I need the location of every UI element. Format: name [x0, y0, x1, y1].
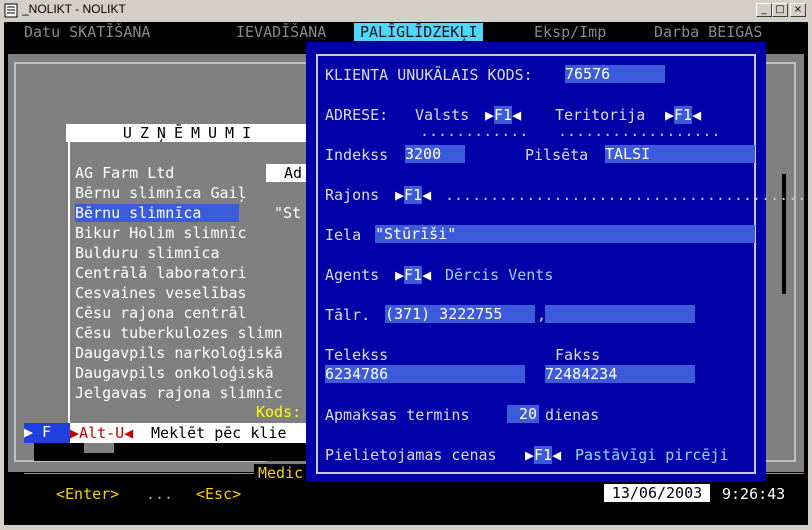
- prices-label: Pielietojamas cenas: [325, 446, 497, 464]
- prices-value: Pastāvīgi pircēji: [575, 446, 729, 464]
- list-item-selected[interactable]: Bērnu slimnīca: [75, 204, 239, 222]
- date-display: 13/06/2003: [604, 484, 710, 502]
- client-code-label: KLIENTA UNUKĀLAIS KODS:: [325, 66, 533, 84]
- esc-key-hint[interactable]: <Esc>: [196, 485, 241, 503]
- fax-label: Fakss: [555, 346, 601, 364]
- list-item[interactable]: Cesvaines veselības: [75, 284, 247, 302]
- client-code-field[interactable]: 76576: [565, 65, 665, 83]
- list-item[interactable]: AG Farm Ltd: [75, 164, 174, 182]
- prices-f1-button[interactable]: ▶F1◀: [525, 446, 561, 464]
- maximize-button[interactable]: □: [772, 3, 788, 17]
- footer-medic-label: Medic: [254, 464, 308, 482]
- menu-paliglidzekli[interactable]: PALĪGLĪDZEKĻI: [354, 23, 484, 41]
- status-f-key[interactable]: ▶ F: [24, 423, 70, 443]
- close-button[interactable]: ×: [790, 3, 806, 17]
- district-f1-button[interactable]: ▶F1◀: [395, 186, 431, 204]
- menu-bar: Datu SKATĪŠANA IEVADĪŠANA PALĪGLĪDZEKĻI …: [4, 22, 808, 42]
- territory-dotted-field: ..................: [558, 122, 721, 140]
- search-by-client-hint: Meklēt pēc klie: [142, 424, 287, 442]
- phone-field[interactable]: (371) 3222755: [385, 305, 535, 323]
- list-item[interactable]: Centrālā laboratori: [75, 264, 247, 282]
- company-list-title: UZŅĒMUMI: [66, 124, 316, 142]
- status-shadow-gray: [84, 443, 114, 453]
- phone-label: Tālr.: [325, 306, 371, 324]
- phone2-field[interactable]: [545, 305, 695, 323]
- alt-u-hotkey[interactable]: ▶Alt-U◀: [70, 424, 133, 442]
- index-label: Indekss: [325, 146, 389, 164]
- list-item[interactable]: Bikur Holim slimnīc: [75, 224, 247, 242]
- footer-dots: ...: [146, 485, 174, 503]
- agent-value: Dērcis Vents: [445, 266, 554, 284]
- district-dotted-field: ........................................…: [445, 186, 808, 204]
- agent-f1-button[interactable]: ▶F1◀: [395, 266, 431, 284]
- address-label: ADRESE:: [325, 106, 389, 124]
- list-item[interactable]: Bērnu slimnīca Gaiļ: [75, 184, 247, 202]
- console-area: Datu SKATĪŠANA IEVADĪŠANA PALĪGLĪDZEKĻI …: [4, 22, 808, 525]
- detail-panel-value: "St: [274, 204, 302, 222]
- fax-field[interactable]: 72484234: [545, 365, 695, 383]
- window-titlebar: _NOLIKT - NOLIKT _ □ ×: [0, 0, 812, 22]
- payment-term-unit: dienas: [545, 406, 600, 424]
- window-title: _NOLIKT - NOLIKT: [22, 2, 126, 16]
- minimize-button[interactable]: _: [756, 3, 772, 17]
- status-shadow: [34, 443, 314, 461]
- menu-eksp-imp[interactable]: Eksp/Imp: [534, 23, 606, 41]
- menu-darba-beigas[interactable]: Darba BEIGAS: [654, 23, 762, 41]
- telex-field[interactable]: 6234786: [325, 365, 525, 383]
- menu-datu-skatisana[interactable]: Datu SKATĪŠANA: [24, 23, 150, 41]
- enter-key-hint[interactable]: <Enter>: [56, 485, 119, 503]
- agent-label: Agents: [325, 266, 380, 284]
- time-display: 9:26:43: [722, 485, 786, 503]
- list-item[interactable]: Cēsu tuberkulozes slimn: [75, 324, 283, 342]
- list-item[interactable]: Cēsu rajona centrāl: [75, 304, 247, 322]
- menu-ievadisana[interactable]: IEVADĪŠANA: [236, 23, 326, 41]
- street-field[interactable]: "Stūrīši": [375, 225, 755, 243]
- kods-label: Kods:: [256, 403, 302, 421]
- app-icon: [4, 3, 18, 18]
- country-dotted-field: ............: [420, 122, 529, 140]
- payment-term-field[interactable]: 20: [507, 405, 539, 423]
- index-field[interactable]: 3200: [405, 145, 465, 163]
- list-item[interactable]: Jelgavas rajona slimnīc: [75, 384, 283, 402]
- payment-term-label: Apmaksas termins: [325, 406, 470, 424]
- list-item[interactable]: Bulduru slimnīca: [75, 244, 220, 262]
- district-label: Rajons: [325, 186, 380, 204]
- list-item[interactable]: Daugavpils onkoloģiskā: [75, 364, 274, 382]
- telex-label: Telekss: [325, 346, 389, 364]
- city-label: Pilsēta: [525, 146, 589, 164]
- city-field[interactable]: TALSI: [605, 145, 755, 163]
- list-item[interactable]: Daugavpils narkoloģiskā: [75, 344, 283, 362]
- street-label: Iela: [325, 226, 362, 244]
